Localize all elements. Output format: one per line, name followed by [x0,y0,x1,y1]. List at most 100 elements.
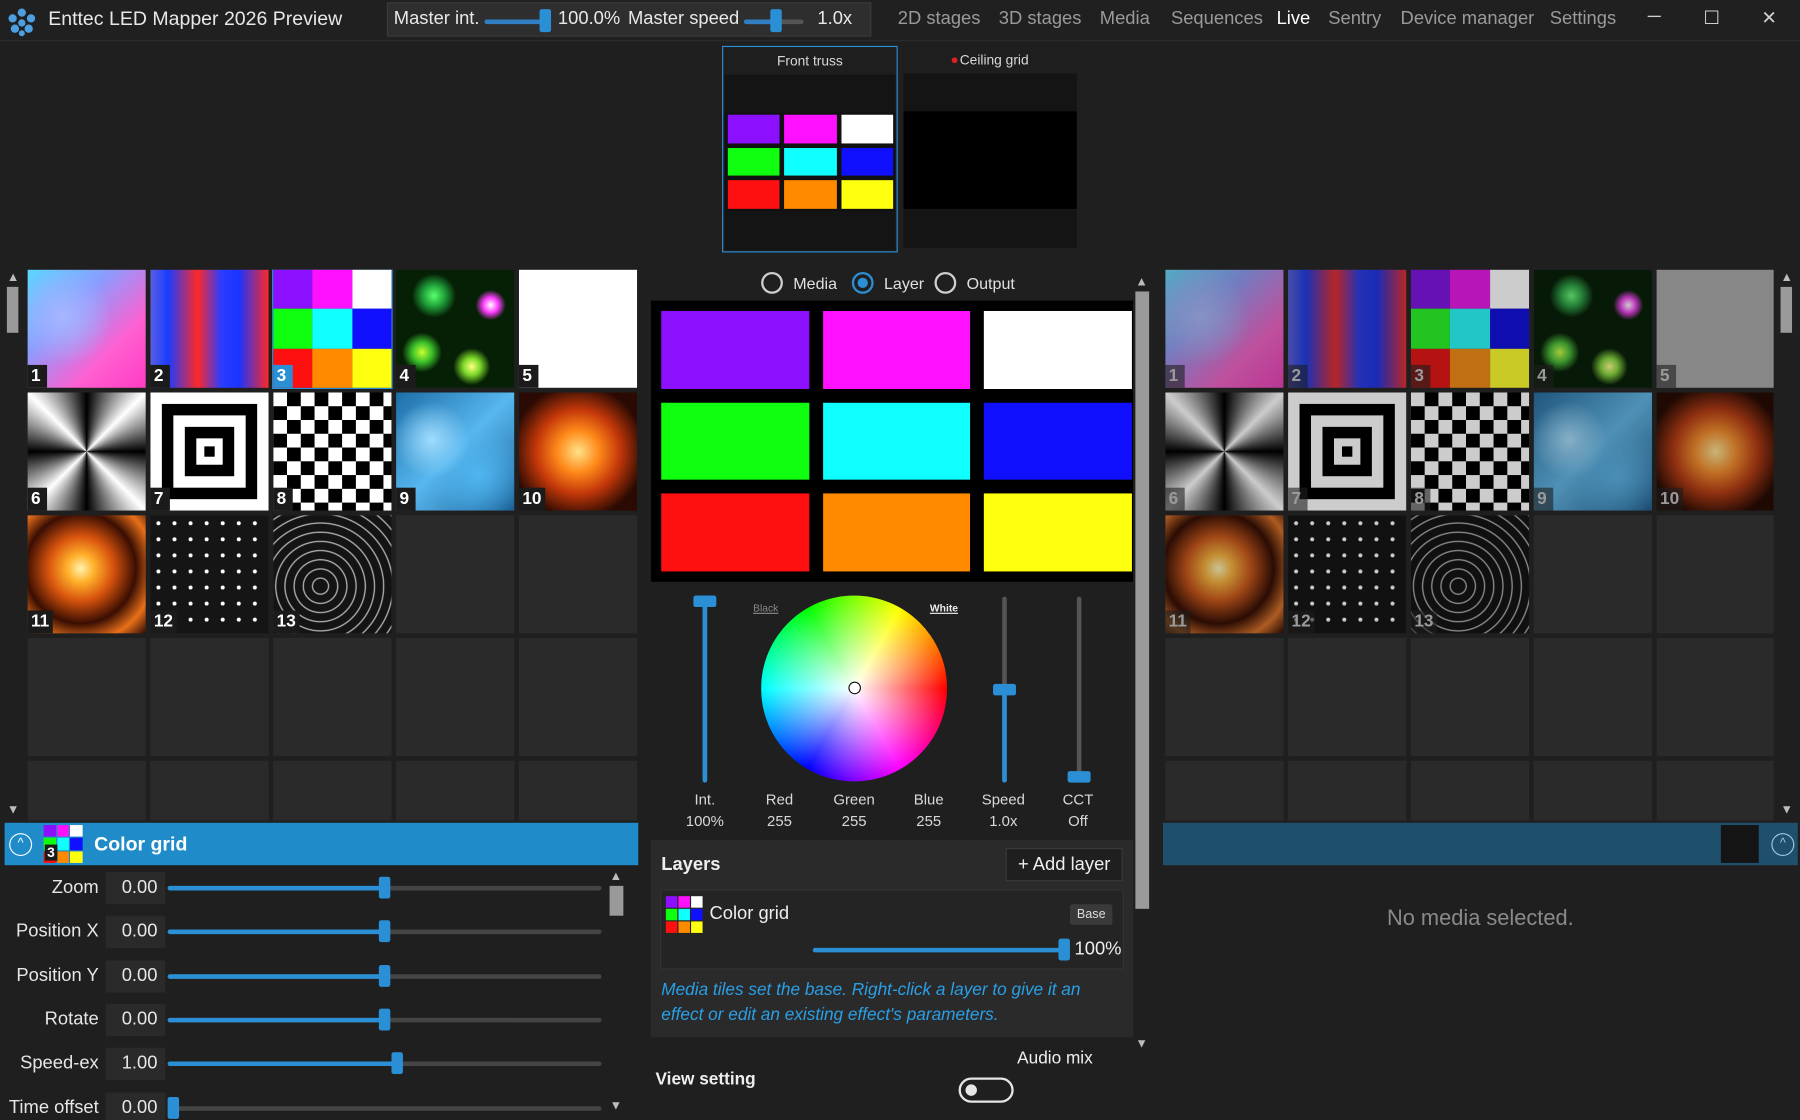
layer-item[interactable]: Color grid Base 100% [660,889,1124,970]
media-tile-glowing-orbs[interactable]: 4 [1533,269,1652,388]
param-value-input[interactable]: 0.00 [105,959,166,993]
media-tile-empty[interactable] [1288,760,1407,821]
media-tile-white[interactable]: 5 [1656,269,1774,388]
media-tile-empty[interactable] [273,760,392,821]
param-slider[interactable] [167,1061,602,1067]
param-slider-thumb[interactable] [378,876,391,899]
media-tile-water-caustics[interactable]: 9 [396,392,515,511]
media-tile-blue-red-stripes[interactable]: 2 [150,269,269,388]
media-tile-empty[interactable] [150,760,269,821]
param-slider-thumb[interactable] [378,920,391,943]
minimize-button[interactable]: ─ [1637,7,1671,28]
media-tile-blue-red-stripes[interactable]: 2 [1288,269,1407,388]
scroll-up-icon[interactable]: ▲ [610,870,623,884]
media-tile-empty[interactable] [396,638,515,757]
nav-sentry[interactable]: Sentry [1328,9,1381,30]
media-tile-empty[interactable] [1288,638,1407,757]
nav-media[interactable]: Media [1100,9,1150,30]
media-tile-empty[interactable] [27,760,146,821]
nav-settings[interactable]: Settings [1550,9,1616,30]
media-tile-water-caustics[interactable]: 9 [1533,392,1652,511]
media-tile-empty[interactable] [1533,760,1652,821]
scroll-down-icon[interactable]: ▼ [7,803,20,817]
media-tile-diamond-pattern[interactable]: 8 [1410,392,1530,511]
media-tile-pastel-gradient[interactable]: 1 [27,269,146,388]
media-tile-empty[interactable] [273,638,392,757]
media-tile-color-grid[interactable]: 3 [1410,269,1530,388]
media-tile-empty[interactable] [1165,760,1284,821]
param-value-input[interactable]: 0.00 [105,916,166,949]
media-tile-empty[interactable] [1656,760,1774,821]
media-tile-color-grid[interactable]: 3 [272,269,393,390]
collapse-icon[interactable]: ^ [1771,833,1795,857]
media-tile-fire-spiral[interactable]: 11 [27,515,146,634]
media-tile-empty[interactable] [518,515,638,634]
media-tile-empty[interactable] [1410,760,1530,821]
radio-media[interactable] [761,271,783,294]
media-tile-empty[interactable] [1656,515,1774,634]
param-value-input[interactable]: 0.00 [105,1003,166,1037]
param-slider[interactable] [167,1105,602,1111]
scroll-thumb[interactable] [6,286,19,333]
master-intensity-thumb[interactable] [539,9,552,33]
color-picker-handle[interactable] [848,681,861,695]
nav-3d-stages[interactable]: 3D stages [999,9,1082,30]
master-speed-thumb[interactable] [770,9,782,33]
media-tile-empty[interactable] [396,760,515,821]
param-slider-thumb[interactable] [167,1096,180,1119]
param-slider-thumb[interactable] [378,1008,391,1031]
media-tile-fire-spiral[interactable]: 11 [1165,515,1284,634]
cct-thumb[interactable] [1067,771,1091,783]
media-tile-radial-sunburst[interactable]: 6 [1165,392,1284,511]
scroll-down-icon[interactable]: ▼ [1135,1037,1148,1051]
media-tile-pastel-gradient[interactable]: 1 [1165,269,1284,388]
param-value-input[interactable]: 1.00 [105,1047,166,1081]
white-button[interactable]: White [930,602,958,613]
media-tile-empty[interactable] [1165,638,1284,757]
scroll-thumb[interactable] [1780,286,1793,333]
media-tile-empty[interactable] [1410,638,1530,757]
scroll-down-icon[interactable]: ▼ [610,1099,623,1113]
radio-output-label[interactable]: Output [967,274,1015,292]
maximize-button[interactable]: ☐ [1694,7,1728,30]
scroll-thumb[interactable] [609,885,624,916]
media-tile-radial-sunburst[interactable]: 6 [27,392,146,511]
layer-opacity-slider[interactable] [812,947,1066,953]
media-tile-particles[interactable]: 12 [150,515,269,634]
audio-mix-toggle[interactable] [958,1077,1014,1103]
media-tile-particles[interactable]: 12 [1288,515,1407,634]
intensity-slider[interactable] [702,596,708,783]
master-intensity-slider[interactable] [484,19,545,25]
media-tile-empty[interactable] [396,515,515,634]
media-tile-fire-explosion[interactable]: 10 [518,392,638,511]
nav-live[interactable]: Live [1277,9,1311,30]
radio-media-label[interactable]: Media [793,274,837,292]
collapse-icon[interactable]: ^ [9,833,33,857]
nav-sequences[interactable]: Sequences [1171,9,1263,30]
media-tile-empty[interactable] [1533,515,1652,634]
black-button[interactable]: Black [753,602,778,613]
media-tile-glowing-orbs[interactable]: 4 [396,269,515,388]
param-slider-thumb[interactable] [391,1052,404,1075]
media-tile-empty[interactable] [1533,638,1652,757]
media-tile-fire-explosion[interactable]: 10 [1656,392,1774,511]
stage-preview-front-truss[interactable]: Front truss [722,45,898,253]
param-value-input[interactable]: 0.00 [105,1091,166,1120]
radio-layer[interactable] [851,271,874,294]
center-scrollbar[interactable]: ▲ ▼ [1134,275,1150,1055]
radio-output[interactable] [934,271,957,294]
cct-slider[interactable] [1076,596,1082,783]
right-grid-scrollbar[interactable]: ▲ ▼ [1778,271,1794,820]
close-button[interactable]: ✕ [1752,7,1786,30]
left-grid-scrollbar[interactable]: ▲ ▼ [5,271,21,820]
param-slider-thumb[interactable] [378,964,391,987]
scroll-up-icon[interactable]: ▲ [1781,271,1794,285]
media-tile-concentric-squares[interactable]: 7 [1288,392,1407,511]
intensity-thumb[interactable] [693,595,717,608]
radio-layer-label[interactable]: Layer [884,274,924,292]
scroll-thumb[interactable] [1135,291,1150,909]
scroll-down-icon[interactable]: ▼ [1781,803,1794,817]
speed-thumb[interactable] [993,683,1016,696]
media-tile-empty[interactable] [150,638,269,757]
media-tile-white[interactable]: 5 [518,269,638,388]
